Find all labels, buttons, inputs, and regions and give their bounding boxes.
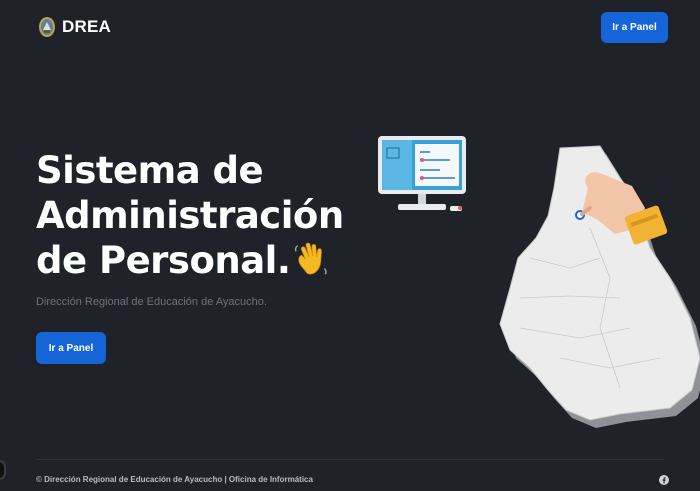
waving-hand-icon — [295, 242, 328, 275]
hero-subtitle: Dirección Regional de Educación de Ayacu… — [36, 296, 267, 308]
go-to-panel-button-header[interactable]: Ir a Panel — [601, 12, 668, 43]
footer-divider — [36, 459, 664, 460]
emblem-icon — [39, 17, 55, 37]
facebook-icon[interactable] — [659, 475, 669, 485]
floating-widget-tab[interactable] — [0, 460, 6, 480]
go-to-panel-button-hero[interactable]: Ir a Panel — [36, 332, 106, 364]
page-title: Sistema de Administración de Personal. — [36, 148, 376, 283]
brand-logo[interactable]: DREA — [38, 16, 111, 38]
title-line-3: de Personal. — [36, 238, 376, 283]
computer-icon — [378, 136, 466, 211]
hero-illustration — [378, 136, 700, 428]
title-line-2: Administración — [36, 194, 344, 237]
footer-copyright: © Dirección Regional de Educación de Aya… — [36, 475, 313, 484]
title-line-3-text: de Personal. — [36, 239, 291, 282]
brand-name: DREA — [62, 17, 111, 36]
title-line-1: Sistema de — [36, 149, 264, 192]
landing-page: DREA Ir a Panel Sistema de Administració… — [0, 0, 700, 491]
